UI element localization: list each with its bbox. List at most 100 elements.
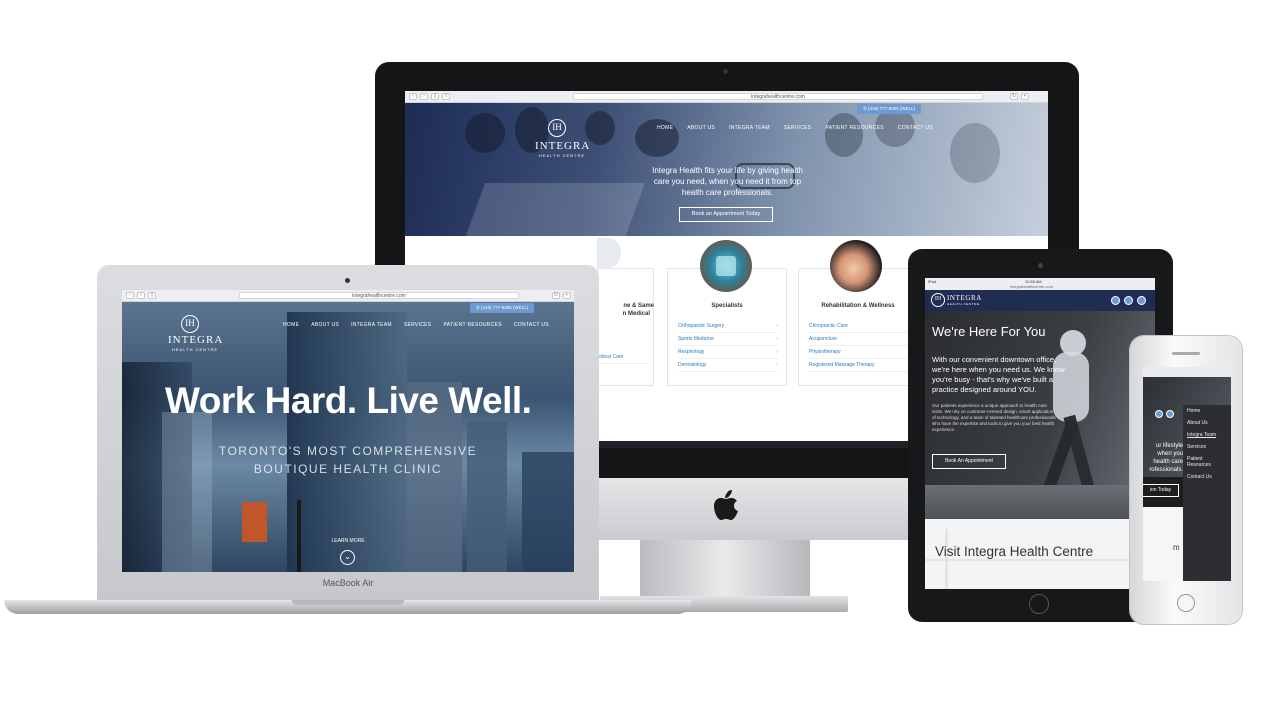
service-card-primary[interactable]: ne & Same n Medical edical Care	[597, 268, 654, 386]
imac-camera	[723, 69, 728, 74]
macbook-url-bar[interactable]: integrahealthcentre.com	[239, 292, 519, 299]
chevron-right-icon: ›	[776, 336, 778, 342]
street-sign	[242, 502, 267, 542]
forward-icon[interactable]: ›	[137, 292, 145, 299]
nav-about-us[interactable]: ABOUT US	[687, 125, 715, 131]
macbook-headline: Work Hard. Live Well.	[165, 380, 532, 421]
menu-integra-team[interactable]: Integra Team	[1183, 429, 1231, 441]
menu-services[interactable]: Services	[1183, 441, 1231, 453]
ipad-paragraph-2: Our patients experience a unique approac…	[932, 403, 1056, 432]
ipad-map-section: Visit Integra Health Centre	[925, 519, 1155, 589]
service-photo-rehabilitation	[830, 240, 882, 292]
nav-integra-team[interactable]: INTEGRA TEAM	[351, 322, 392, 328]
menu-home[interactable]: Home	[1183, 405, 1231, 417]
imac-logo[interactable]: INTEGRA	[535, 140, 590, 152]
chevron-right-icon: ›	[776, 323, 778, 329]
menu-contact-us[interactable]: Contact Us	[1183, 471, 1231, 483]
iphone-screen: ur lifestyle when you health care rofess…	[1143, 367, 1231, 581]
macbook-screen: ‹ › ▯ integrahealthcentre.com ↻ + IH INT…	[122, 290, 574, 572]
nav-home[interactable]: HOME	[283, 322, 299, 328]
sidebar-icon[interactable]: ▯	[148, 292, 156, 299]
imac-hero-text: Integra Health fits your life by giving …	[652, 166, 803, 197]
menu-about-us[interactable]: About Us	[1183, 417, 1231, 429]
ipad-book-button[interactable]: Book An Appointment	[932, 454, 1006, 469]
macbook-phone: (416) 777-9355 (WELL)	[481, 305, 529, 310]
macbook-logo[interactable]: INTEGRA	[168, 334, 223, 346]
nav-services[interactable]: SERVICES	[784, 125, 812, 131]
iphone-home-button[interactable]	[1177, 594, 1195, 612]
phone-icon[interactable]	[1166, 410, 1174, 418]
ipad-camera	[1038, 263, 1043, 268]
nav-integra-team[interactable]: INTEGRA TEAM	[729, 125, 770, 131]
service-title-specialists: Specialists	[711, 303, 743, 309]
ipad-status-left: iPad	[928, 279, 937, 284]
macbook-hero: IH INTEGRA HEALTH CENTRE ✆ (416) 777-935…	[122, 302, 574, 572]
link-dermatology[interactable]: Dermatology ›	[678, 359, 778, 372]
back-icon[interactable]: ‹	[126, 292, 134, 299]
ipad-logo-mark[interactable]: IH	[931, 293, 945, 307]
ipad-status-bar: iPad 11:58 AM integrahealthcentre.com	[925, 278, 1155, 290]
forward-icon[interactable]: ›	[420, 93, 428, 100]
imac-book-button[interactable]: Book an Appointment Today	[679, 207, 773, 222]
service-title-1b: n Medical	[622, 311, 650, 317]
imac-browser-chrome: ‹ › ▯ ⇧ integrahealthcentre.com ↻ +	[405, 91, 1048, 103]
iphone-book-button[interactable]: ion Today	[1143, 484, 1179, 497]
location-icon[interactable]	[1111, 296, 1120, 305]
tabs-icon[interactable]: +	[1021, 93, 1029, 100]
link-chiropractic-care[interactable]: Chiropractic Care›	[809, 320, 909, 333]
chevron-right-icon: ›	[776, 362, 778, 368]
link-respirology[interactable]: Respirology ›	[678, 346, 778, 359]
reload-icon[interactable]: ↻	[1010, 93, 1018, 100]
iphone-speaker	[1172, 352, 1200, 355]
ipad-header: IH INTEGRA HEALTH CENTRE	[925, 290, 1155, 311]
nav-contact-us[interactable]: CONTACT US	[514, 322, 549, 328]
tabs-icon[interactable]: +	[563, 292, 571, 299]
imac-nav: HOME ABOUT US INTEGRA TEAM SERVICES PATI…	[657, 125, 933, 131]
phone-icon[interactable]	[1124, 296, 1133, 305]
link-sports-medicine[interactable]: Sports Medicine ›	[678, 333, 778, 346]
service-photo-specialists	[700, 240, 752, 292]
service-link-1[interactable]: edical Care	[598, 351, 648, 364]
service-photo-1	[597, 238, 621, 268]
nav-home[interactable]: HOME	[657, 125, 673, 131]
link-acupuncture[interactable]: Acupuncture›	[809, 333, 909, 346]
link-physiotherapy[interactable]: Physiotherapy›	[809, 346, 909, 359]
ipad-visit-heading: Visit Integra Health Centre	[935, 544, 1094, 559]
sidebar-icon[interactable]: ▯	[431, 93, 439, 100]
service-title-rehabilitation: Rehabilitation & Wellness	[821, 303, 895, 309]
imac-url-bar[interactable]: integrahealthcentre.com	[573, 93, 983, 100]
macbook-notch	[292, 600, 404, 605]
link-orthopaedic-surgery[interactable]: Orthopaedic Surgery ›	[678, 320, 778, 333]
nav-contact-us[interactable]: CONTACT US	[898, 125, 933, 131]
nav-patient-resources[interactable]: PATIENT RESOURCES	[443, 322, 501, 328]
reload-icon[interactable]: ↻	[552, 292, 560, 299]
macbook-logo-mark[interactable]: IH	[181, 315, 199, 333]
nav-services[interactable]: SERVICES	[404, 322, 432, 328]
imac-phone-pill[interactable]: ✆ (416) 777-9355 (WELL)	[857, 104, 922, 114]
ipad-url[interactable]: integrahealthcentre.com	[1010, 284, 1053, 289]
macbook-logo-sub: HEALTH CENTRE	[172, 347, 219, 352]
nav-patient-resources[interactable]: PATIENT RESOURCES	[825, 125, 883, 131]
macbook-phone-pill[interactable]: ✆ (416) 777-9355 (WELL)	[470, 303, 535, 313]
learn-more-link[interactable]: LEARN MORE	[318, 538, 378, 544]
chevron-down-icon[interactable]: ⌄	[340, 550, 355, 565]
ipad-screen: iPad 11:58 AM integrahealthcentre.com IH…	[925, 278, 1155, 589]
macbook-subline-2: BOUTIQUE HEALTH CLINIC	[253, 462, 443, 476]
ipad-paragraph: With our convenient downtown office, we'…	[932, 355, 1065, 394]
ipad-logo[interactable]: INTEGRA	[947, 294, 982, 302]
menu-patient-resources[interactable]: Patient Resources	[1183, 453, 1231, 471]
location-icon[interactable]	[1155, 410, 1163, 418]
share-icon[interactable]: ⇧	[442, 93, 450, 100]
iphone-nav-menu: Home About Us Integra Team Services Pati…	[1183, 405, 1231, 581]
iphone-partial-copy: ur lifestyle when you health care rofess…	[1149, 443, 1183, 473]
iphone-fragment: m	[1173, 543, 1180, 552]
link-registered-massage-therapy[interactable]: Registered Massage Therapy›	[809, 359, 909, 372]
imac-logo-mark[interactable]: IH	[548, 119, 566, 137]
ipad-home-button[interactable]	[1029, 594, 1049, 614]
apple-logo-icon	[714, 490, 738, 520]
macbook-label: MacBook Air	[322, 578, 374, 588]
iphone-status-bar	[1143, 367, 1231, 377]
back-icon[interactable]: ‹	[409, 93, 417, 100]
nav-about-us[interactable]: ABOUT US	[311, 322, 339, 328]
menu-icon[interactable]	[1137, 296, 1146, 305]
